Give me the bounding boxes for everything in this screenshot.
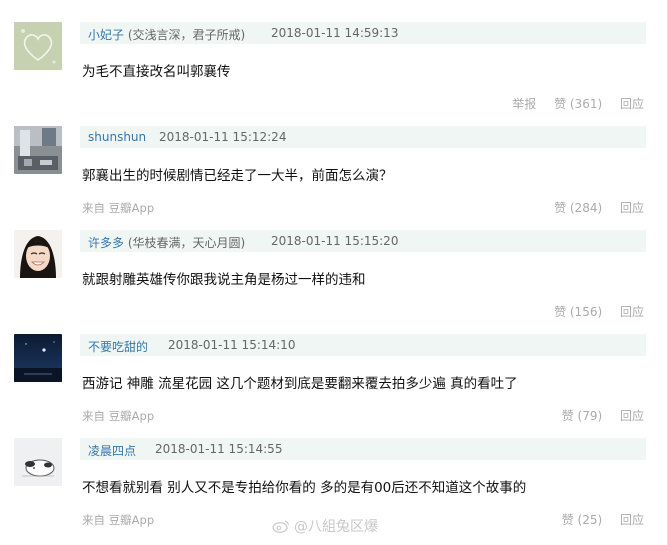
comment-footer: 赞 (156) 回应 bbox=[80, 302, 644, 320]
comment-author-link[interactable]: 许多多 (华枝春满，天心月圆) bbox=[88, 234, 245, 251]
like-button[interactable]: 赞 (361) bbox=[554, 97, 602, 111]
reply-link[interactable]: 回应 bbox=[620, 513, 644, 527]
author-name[interactable]: 凌晨四点 bbox=[88, 444, 136, 458]
like-button[interactable]: 赞 (284) bbox=[554, 201, 602, 215]
comment-content: 西游记 神雕 流星花园 这几个题材到底是要翻来覆去拍多少遍 真的看吐了 bbox=[82, 376, 518, 392]
comment-source: 来自 豆瓣App bbox=[82, 513, 155, 527]
comment-content: 郭襄出生的时候剧情已经走了一大半，前面怎么演？ bbox=[82, 168, 393, 184]
comment-actions: 赞 (284) 回应 bbox=[540, 199, 644, 216]
author-signature: (交浅言深，君子所戒) bbox=[127, 28, 246, 42]
comment-author-link[interactable]: 凌晨四点 bbox=[88, 442, 136, 459]
reply-link[interactable]: 回应 bbox=[620, 201, 644, 215]
like-button[interactable]: 赞 (25) bbox=[562, 513, 602, 527]
comment-actions: 赞 (25) 回应 bbox=[548, 511, 644, 528]
room-photo-icon bbox=[14, 126, 62, 174]
comment-footer: 举报 赞 (361) 回应 bbox=[80, 94, 644, 112]
cartoon-dog-photo-icon bbox=[14, 438, 62, 486]
comment-source: 来自 豆瓣App bbox=[82, 201, 155, 215]
avatar[interactable] bbox=[14, 438, 62, 486]
comment-content: 为毛不直接改名叫郭襄传 bbox=[82, 64, 231, 80]
watermark: @八組兔区爆 bbox=[272, 516, 378, 536]
comment-time: 2018-01-11 15:14:55 bbox=[155, 442, 283, 456]
comment-actions: 赞 (79) 回应 bbox=[548, 407, 644, 424]
night-sky-photo-icon bbox=[14, 334, 62, 382]
comment-content: 就跟射雕英雄传你跟我说主角是杨过一样的违和 bbox=[82, 272, 366, 288]
comment-meta-bar: 不要吃甜的 2018-01-11 15:14:10 bbox=[80, 334, 646, 356]
reply-link[interactable]: 回应 bbox=[620, 97, 644, 111]
comment-source: 来自 豆瓣App bbox=[82, 409, 155, 423]
comment-item: shunshun 2018-01-11 15:12:24 郭襄出生的时候剧情已经… bbox=[0, 126, 668, 230]
author-name[interactable]: shunshun bbox=[88, 130, 146, 144]
comment-actions: 赞 (156) 回应 bbox=[540, 303, 644, 320]
watermark-text: @八組兔区爆 bbox=[294, 519, 378, 535]
comment-author-link[interactable]: shunshun bbox=[88, 130, 146, 144]
comment-footer: 来自 豆瓣App 赞 (284) 回应 bbox=[80, 198, 644, 216]
comment-author-link[interactable]: 小妃子 (交浅言深，君子所戒) bbox=[88, 26, 245, 43]
report-link[interactable]: 举报 bbox=[512, 97, 536, 111]
comment-footer: 来自 豆瓣App 赞 (79) 回应 bbox=[80, 406, 644, 424]
like-button[interactable]: 赞 (79) bbox=[562, 409, 602, 423]
avatar[interactable] bbox=[14, 334, 62, 382]
comment-meta-bar: 许多多 (华枝春满，天心月圆) 2018-01-11 15:15:20 bbox=[80, 230, 646, 252]
comment-item: 许多多 (华枝春满，天心月圆) 2018-01-11 15:15:20 就跟射雕… bbox=[0, 230, 668, 334]
comment-content: 不想看就别看 别人又不是专拍给你看的 多的是有00后还不知道这个故事的 bbox=[82, 480, 527, 496]
comment-meta-bar: shunshun 2018-01-11 15:12:24 bbox=[80, 126, 646, 148]
comment-author-link[interactable]: 不要吃甜的 bbox=[88, 338, 148, 355]
author-name[interactable]: 许多多 bbox=[88, 236, 124, 250]
author-name[interactable]: 不要吃甜的 bbox=[88, 340, 148, 354]
avatar[interactable] bbox=[14, 126, 62, 174]
reply-link[interactable]: 回应 bbox=[620, 409, 644, 423]
comment-item: 小妃子 (交浅言深，君子所戒) 2018-01-11 14:59:13 为毛不直… bbox=[0, 22, 668, 126]
comment-time: 2018-01-11 15:15:20 bbox=[271, 234, 399, 248]
reply-link[interactable]: 回应 bbox=[620, 305, 644, 319]
heart-drawing-icon bbox=[14, 22, 62, 70]
like-button[interactable]: 赞 (156) bbox=[554, 305, 602, 319]
comment-time: 2018-01-11 15:12:24 bbox=[159, 130, 287, 144]
comment-time: 2018-01-11 15:14:10 bbox=[168, 338, 296, 352]
avatar[interactable] bbox=[14, 22, 62, 70]
comment-item: 不要吃甜的 2018-01-11 15:14:10 西游记 神雕 流星花园 这几… bbox=[0, 334, 668, 438]
author-signature: (华枝春满，天心月圆) bbox=[127, 236, 246, 250]
comment-time: 2018-01-11 14:59:13 bbox=[271, 26, 399, 40]
author-name[interactable]: 小妃子 bbox=[88, 28, 124, 42]
comment-meta-bar: 小妃子 (交浅言深，君子所戒) 2018-01-11 14:59:13 bbox=[80, 22, 646, 44]
weibo-icon bbox=[272, 520, 289, 533]
smiling-face-photo-icon bbox=[14, 230, 62, 278]
avatar[interactable] bbox=[14, 230, 62, 278]
comment-actions: 举报 赞 (361) 回应 bbox=[498, 95, 644, 112]
comment-meta-bar: 凌晨四点 2018-01-11 15:14:55 bbox=[80, 438, 646, 460]
